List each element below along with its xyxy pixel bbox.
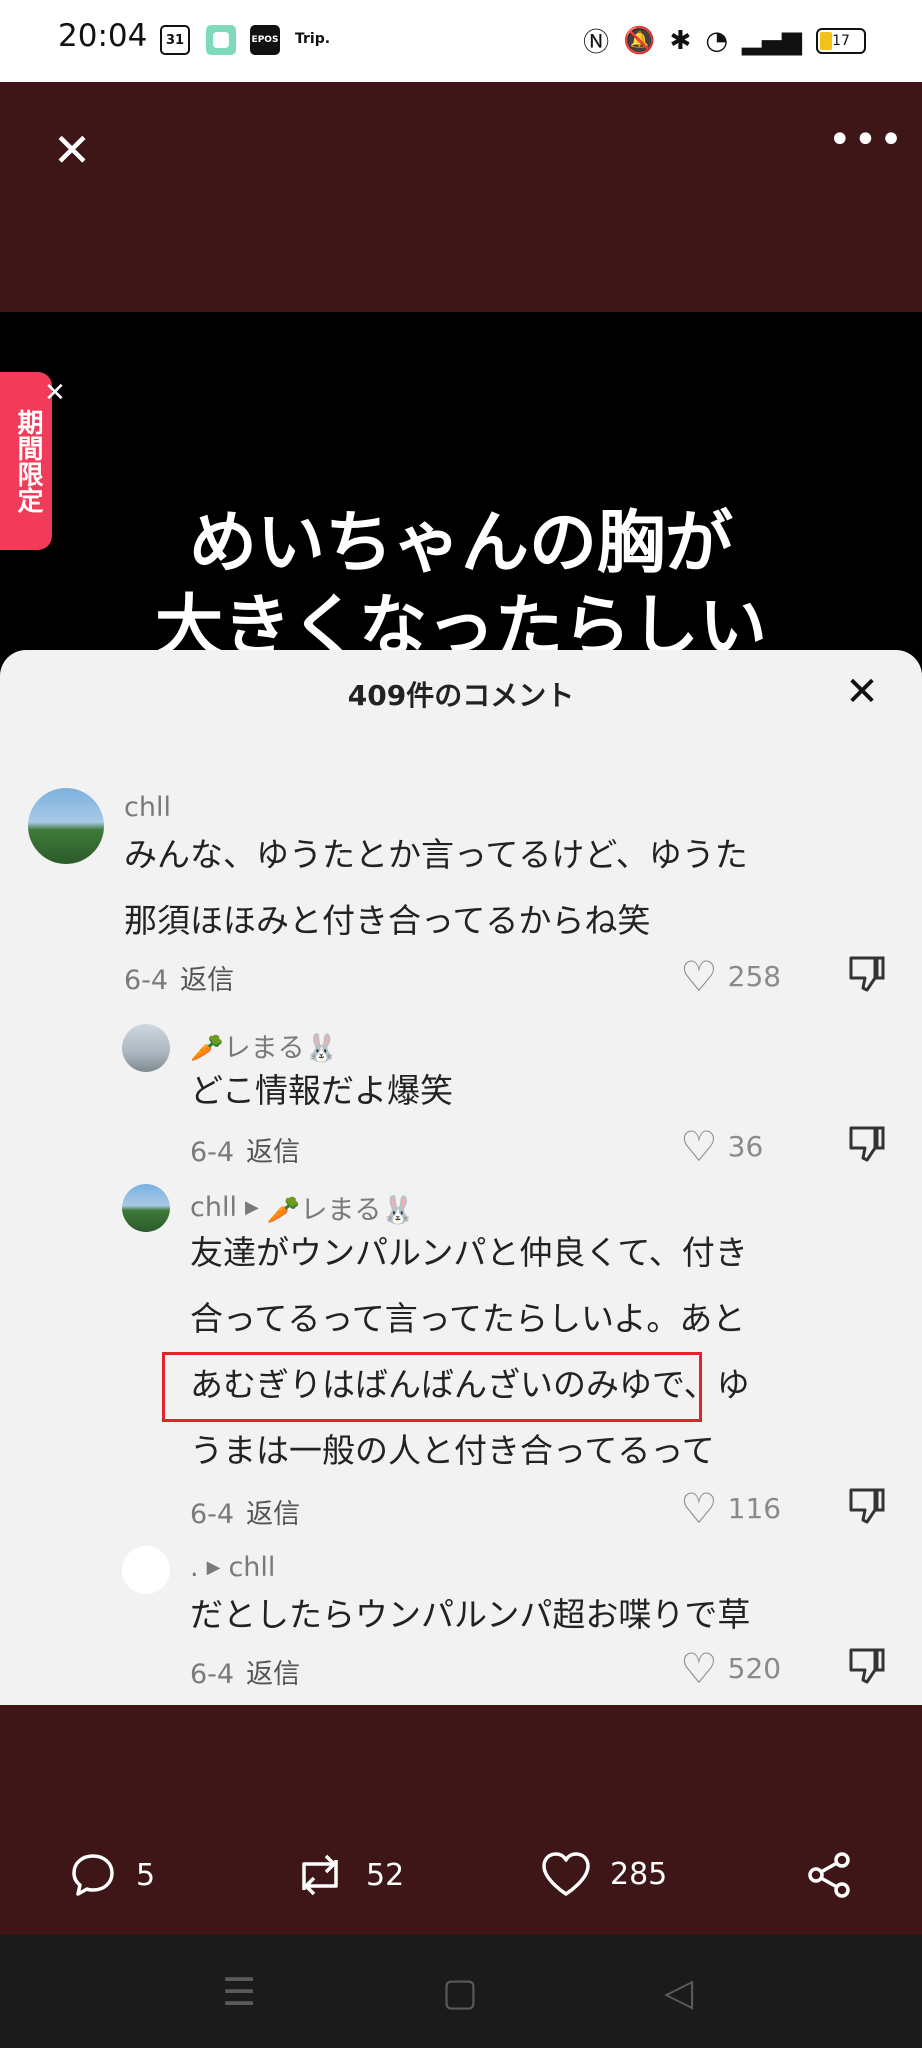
comment-meta: 6-4 返信 — [124, 958, 234, 997]
comment-meta: 6-4 返信 — [190, 1492, 300, 1531]
reply-button[interactable]: 返信 — [246, 1659, 300, 1690]
like-count: 285 — [610, 1856, 668, 1892]
share-icon — [808, 1852, 850, 1898]
menu-nav-icon[interactable]: ☰ — [222, 1970, 256, 2014]
comment-username[interactable]: chll — [190, 1192, 237, 1223]
comment-action-button[interactable]: 5 — [68, 1850, 155, 1900]
battery-icon: 17 — [816, 27, 866, 54]
status-time: 20:04 — [58, 18, 148, 54]
dislike-icon[interactable] — [845, 1484, 889, 1528]
comment-text: 友達がウンパルンパと仲良くて、付き — [190, 1233, 748, 1272]
dislike-icon[interactable] — [845, 1644, 889, 1688]
heart-icon: ♡ — [680, 1484, 718, 1533]
comment-bubble-icon — [72, 1854, 114, 1896]
like-count: 36 — [727, 1130, 764, 1163]
caption-line: めいちゃんの胸が — [188, 504, 733, 583]
comment-text: みんな、ゆうたとか言ってるけど、ゆうた — [124, 835, 748, 874]
comment-username-row: . ▶ chll — [190, 1552, 275, 1583]
repost-icon — [302, 1854, 338, 1896]
reply-arrow-icon: ▶ — [244, 1197, 259, 1218]
like-action-button[interactable]: 285 — [540, 1850, 667, 1898]
reply-button[interactable]: 返信 — [180, 965, 234, 996]
mute-icon: 🔕 — [623, 25, 656, 56]
dislike-icon[interactable] — [845, 952, 889, 996]
heart-icon — [542, 1852, 590, 1896]
comment-meta: 6-4 返信 — [190, 1130, 300, 1169]
video-caption: めいちゃんの胸が 大きくなったらしい — [0, 502, 922, 670]
like-button[interactable]: ♡ 116 — [680, 1484, 781, 1533]
like-count: 258 — [727, 960, 782, 993]
like-count: 116 — [727, 1492, 782, 1525]
avatar[interactable] — [28, 788, 104, 864]
comment-text: だとしたらウンパルンパ超お喋りで草 — [190, 1595, 751, 1634]
close-icon[interactable]: ✕ — [50, 127, 94, 174]
reply-button[interactable]: 返信 — [246, 1137, 300, 1168]
like-button[interactable]: ♡ 258 — [680, 952, 781, 1001]
comment-meta: 6-4 返信 — [190, 1652, 300, 1691]
more-options-icon[interactable]: ••• — [828, 120, 903, 174]
comment-count: 5 — [136, 1857, 156, 1893]
bluetooth-icon: ✱ — [669, 25, 692, 56]
close-comments-icon[interactable]: ✕ — [842, 672, 882, 712]
promo-close-icon[interactable]: ✕ — [44, 380, 70, 406]
comment-text: うまは一般の人と付き合ってるって — [190, 1431, 715, 1470]
comment-date: 6-4 — [190, 1499, 235, 1530]
heart-icon: ♡ — [680, 1122, 718, 1171]
avatar[interactable] — [122, 1546, 170, 1594]
bottom-action-bar — [0, 1705, 922, 1935]
top-bar — [0, 82, 922, 312]
home-nav-icon[interactable]: ▢ — [442, 1970, 478, 2014]
comment-text: 那須ほほみと付き合ってるからね笑 — [124, 901, 651, 940]
comment-text: 合ってるって言ってたらしいよ。あと — [190, 1299, 746, 1338]
reply-to-username[interactable]: chll — [228, 1552, 275, 1583]
highlight-annotation-box — [162, 1352, 702, 1422]
back-nav-icon[interactable]: ◁ — [664, 1970, 693, 2014]
dislike-icon[interactable] — [845, 1122, 889, 1166]
share-action-button[interactable] — [804, 1850, 854, 1900]
avatar[interactable] — [122, 1024, 170, 1072]
comment-date: 6-4 — [190, 1659, 235, 1690]
signal-icon: ▂▄▆ — [742, 25, 802, 56]
nfc-icon: Ⓝ — [583, 28, 610, 58]
comment-username[interactable]: chll — [124, 792, 171, 823]
epos-app-icon: EPOS — [250, 25, 280, 55]
reply-button[interactable]: 返信 — [246, 1499, 300, 1530]
status-icons: Ⓝ 🔕 ✱ ◔ ▂▄▆ 17 — [583, 22, 866, 59]
avatar[interactable] — [122, 1184, 170, 1232]
comment-text: どこ情報だよ爆笑 — [190, 1071, 454, 1110]
like-button[interactable]: ♡ 520 — [680, 1644, 781, 1693]
like-count: 520 — [727, 1652, 782, 1685]
repost-count: 52 — [366, 1857, 405, 1893]
trip-app-icon: Trip. — [295, 31, 331, 47]
comments-title: 409件のコメント — [347, 679, 575, 712]
wifi-icon: ◔ — [705, 25, 728, 56]
app-icon — [206, 25, 236, 55]
video-player[interactable]: めいちゃんの胸が 大きくなったらしい — [0, 312, 922, 672]
like-button[interactable]: ♡ 36 — [680, 1122, 763, 1171]
comment-username[interactable]: . — [190, 1552, 199, 1583]
heart-icon: ♡ — [680, 1644, 718, 1693]
comment-date: 6-4 — [124, 965, 169, 996]
calendar-app-icon: 31 — [160, 25, 190, 55]
repost-action-button[interactable]: 52 — [292, 1850, 404, 1900]
heart-icon: ♡ — [680, 952, 718, 1001]
reply-arrow-icon: ▶ — [206, 1557, 221, 1578]
comment-date: 6-4 — [190, 1137, 235, 1168]
